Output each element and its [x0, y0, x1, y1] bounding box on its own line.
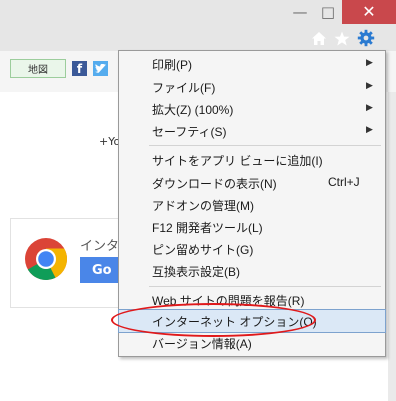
submenu-arrow-icon: ▶ — [366, 124, 373, 134]
menu-separator — [149, 286, 381, 287]
menu-item-pinned-sites[interactable]: ピン留めサイト(G) — [119, 238, 385, 260]
maximize-button[interactable]: □ — [314, 0, 342, 24]
menu-item-label: サイトをアプリ ビューに追加(I) — [152, 154, 323, 168]
home-icon[interactable] — [311, 28, 327, 48]
menu-item-label: ピン留めサイト(G) — [152, 243, 254, 257]
chrome-logo-icon — [24, 237, 68, 281]
menu-item-label: 印刷(P) — [152, 58, 192, 72]
menu-item-label: ファイル(F) — [152, 81, 216, 95]
menu-item-downloads[interactable]: ダウンロードの表示(N) Ctrl+J — [119, 172, 385, 194]
minimize-button[interactable]: — — [286, 0, 314, 24]
menu-item-safety[interactable]: セーフティ(S) ▶ — [119, 120, 385, 142]
vertical-scrollbar[interactable] — [388, 92, 396, 401]
submenu-arrow-icon: ▶ — [366, 57, 373, 67]
menu-item-label: ダウンロードの表示(N) — [152, 177, 277, 191]
favorites-star-icon[interactable] — [334, 28, 350, 48]
menu-item-compat-view[interactable]: 互換表示設定(B) — [119, 260, 385, 282]
submenu-arrow-icon: ▶ — [366, 80, 373, 90]
menu-item-file[interactable]: ファイル(F) ▶ — [119, 76, 385, 98]
menu-item-label: F12 開発者ツール(L) — [152, 221, 263, 235]
annotation-ellipse — [111, 303, 316, 337]
menu-item-label: 拡大(Z) (100%) — [152, 103, 234, 117]
twitter-icon[interactable] — [93, 61, 108, 76]
facebook-icon[interactable]: f — [72, 61, 87, 76]
menu-item-dev-tools[interactable]: F12 開発者ツール(L) — [119, 216, 385, 238]
menu-item-label: 互換表示設定(B) — [152, 265, 240, 279]
menu-item-add-to-apps[interactable]: サイトをアプリ ビューに追加(I) — [119, 149, 385, 171]
menu-separator — [149, 145, 381, 146]
map-link[interactable]: 地図 — [10, 59, 66, 78]
gear-icon[interactable] — [357, 28, 375, 48]
menu-item-print[interactable]: 印刷(P) ▶ — [119, 53, 385, 75]
menu-item-shortcut: Ctrl+J — [328, 175, 360, 189]
submenu-arrow-icon: ▶ — [366, 102, 373, 112]
menu-item-label: バージョン情報(A) — [152, 337, 252, 351]
browser-frame: — □ ✕ — [0, 0, 396, 51]
chrome-promo-text: インタ — [80, 239, 120, 254]
close-button[interactable]: ✕ — [342, 0, 396, 24]
menu-item-label: セーフティ(S) — [152, 125, 227, 139]
menu-item-label: アドオンの管理(M) — [152, 199, 254, 213]
menu-item-zoom[interactable]: 拡大(Z) (100%) ▶ — [119, 98, 385, 120]
menu-item-manage-addons[interactable]: アドオンの管理(M) — [119, 194, 385, 216]
